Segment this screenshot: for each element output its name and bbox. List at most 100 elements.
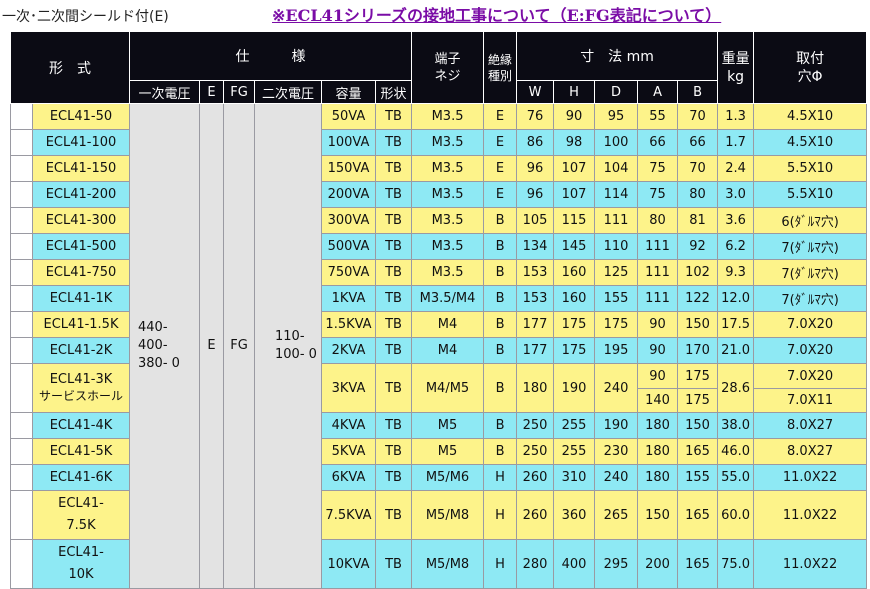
cell-cap: 10KVA — [321, 539, 376, 589]
cell-kg: 60.0 — [717, 490, 755, 540]
top-bar: 一次･二次間シールド付(E) ※ECL41シリーズの接地工事について（E:FG表… — [0, 0, 870, 30]
cell-d: 111 — [594, 207, 639, 234]
cell-b: 165 — [677, 539, 719, 589]
cell-ins: B — [483, 337, 518, 364]
cell-d: 195 — [594, 337, 639, 364]
cell-b: 170 — [677, 337, 719, 364]
cell-screw: M3.5 — [411, 259, 485, 286]
cell-d: 104 — [594, 155, 639, 182]
cell-h: 190 — [553, 363, 596, 413]
header-dim-a: A — [637, 80, 679, 104]
cell-cap: 4KVA — [321, 412, 376, 439]
cell-kg: 55.0 — [717, 464, 755, 491]
cell-d: 295 — [594, 539, 639, 589]
row-stub — [10, 337, 33, 364]
cell-a: 75 — [637, 155, 679, 182]
cell-b: 80 — [677, 181, 719, 208]
row-stub — [10, 311, 33, 338]
primary-voltage: 440- 400- 380- 0 — [129, 103, 200, 589]
e-terminal: E — [199, 103, 224, 589]
cell-kg: 6.2 — [717, 233, 755, 260]
cell-ins: B — [483, 438, 518, 465]
header-dimensions: 寸 法 mm — [516, 31, 719, 81]
row-stub — [10, 129, 33, 156]
model-name: ECL41-500 — [32, 233, 130, 260]
cell-shape: TB — [374, 103, 413, 130]
cell-d: 114 — [594, 181, 639, 208]
cell-d: 100 — [594, 129, 639, 156]
cell-shape: TB — [374, 311, 413, 338]
header-row-1: 形 式仕 様端子 ネジ 絶縁 種別寸 法 mm 重量 kg 取付 穴Φ — [10, 31, 868, 104]
cell-d: 95 — [594, 103, 639, 130]
cell-h: 255 — [553, 438, 596, 465]
cell-shape: TB — [374, 464, 413, 491]
model-name: ECL41- 10K — [32, 539, 130, 589]
row-stub — [10, 155, 33, 182]
cell-h: 175 — [553, 337, 596, 364]
row-stub — [10, 490, 33, 540]
cell-cap: 50VA — [321, 103, 376, 130]
cell-mount: 7.0X20 — [753, 311, 868, 338]
cell-a: 180 — [637, 412, 679, 439]
cell-ins: B — [483, 233, 518, 260]
model-name: ECL41-6K — [32, 464, 130, 491]
cell-screw: M3.5 — [411, 129, 485, 156]
cell-w: 96 — [516, 181, 555, 208]
cell-b: 165 — [677, 490, 719, 540]
cell-shape: TB — [374, 129, 413, 156]
cell-h: 160 — [553, 285, 596, 312]
grounding-notice-link[interactable]: ※ECL41シリーズの接地工事について（E:FG表記について） — [272, 2, 721, 26]
model-name: ECL41-1K — [32, 285, 130, 312]
cell-d: 190 — [594, 412, 639, 439]
cell-shape: TB — [374, 207, 413, 234]
cell-kg: 9.3 — [717, 259, 755, 286]
cell-b: 150 — [677, 311, 719, 338]
cell-w: 86 — [516, 129, 555, 156]
cell-screw: M5/M8 — [411, 490, 485, 540]
cell-kg: 28.6 — [717, 363, 755, 413]
header-sub-1: E — [199, 80, 224, 104]
cell-shape: TB — [374, 438, 413, 465]
row-stub — [10, 207, 33, 234]
cell-ins: B — [483, 311, 518, 338]
service-hole-note: サービスホール — [38, 389, 123, 403]
cell-w: 153 — [516, 259, 555, 286]
cell-h: 360 — [553, 490, 596, 540]
cell-w: 260 — [516, 464, 555, 491]
cell-w: 134 — [516, 233, 555, 260]
cell-b: 66 — [677, 129, 719, 156]
cell-shape: TB — [374, 259, 413, 286]
cell-kg: 21.0 — [717, 337, 755, 364]
cell-w: 177 — [516, 311, 555, 338]
header-weight: 重量 kg — [717, 31, 755, 104]
row-stub — [10, 539, 33, 589]
cell-w: 153 — [516, 285, 555, 312]
cell-screw: M3.5 — [411, 155, 485, 182]
table-row: ECL41-50 440- 400- 380- 0 E FG 110- 100- 0 50… — [10, 103, 868, 589]
header-sub-3: 二次電圧 — [254, 80, 322, 104]
cell-mount: 7.0X20 7.0X11 — [753, 363, 868, 413]
cell-screw: M3.5 — [411, 207, 485, 234]
cell-shape: TB — [374, 539, 413, 589]
cell-mount: 7(ﾀﾞﾙﾏ穴) — [753, 259, 868, 286]
header-mount-hole: 取付 穴Φ — [753, 31, 868, 104]
cell-cap: 500VA — [321, 233, 376, 260]
header-model: 形 式 — [10, 31, 130, 104]
cell-screw: M3.5 — [411, 103, 485, 130]
cell-w: 96 — [516, 155, 555, 182]
cell-kg: 75.0 — [717, 539, 755, 589]
cell-kg: 46.0 — [717, 438, 755, 465]
cell-b: 175 175 — [677, 363, 719, 413]
cell-a: 111 — [637, 259, 679, 286]
cell-cap: 2KVA — [321, 337, 376, 364]
cell-b-upper: 175 — [678, 365, 717, 389]
row-stub — [10, 285, 33, 312]
cell-a: 90 — [637, 311, 679, 338]
cell-cap: 750VA — [321, 259, 376, 286]
cell-w: 250 — [516, 412, 555, 439]
cell-mount: 11.0X22 — [753, 464, 868, 491]
cell-h: 107 — [553, 181, 596, 208]
cell-a: 200 — [637, 539, 679, 589]
cell-h: 160 — [553, 259, 596, 286]
header-sub-2: FG — [223, 80, 255, 104]
